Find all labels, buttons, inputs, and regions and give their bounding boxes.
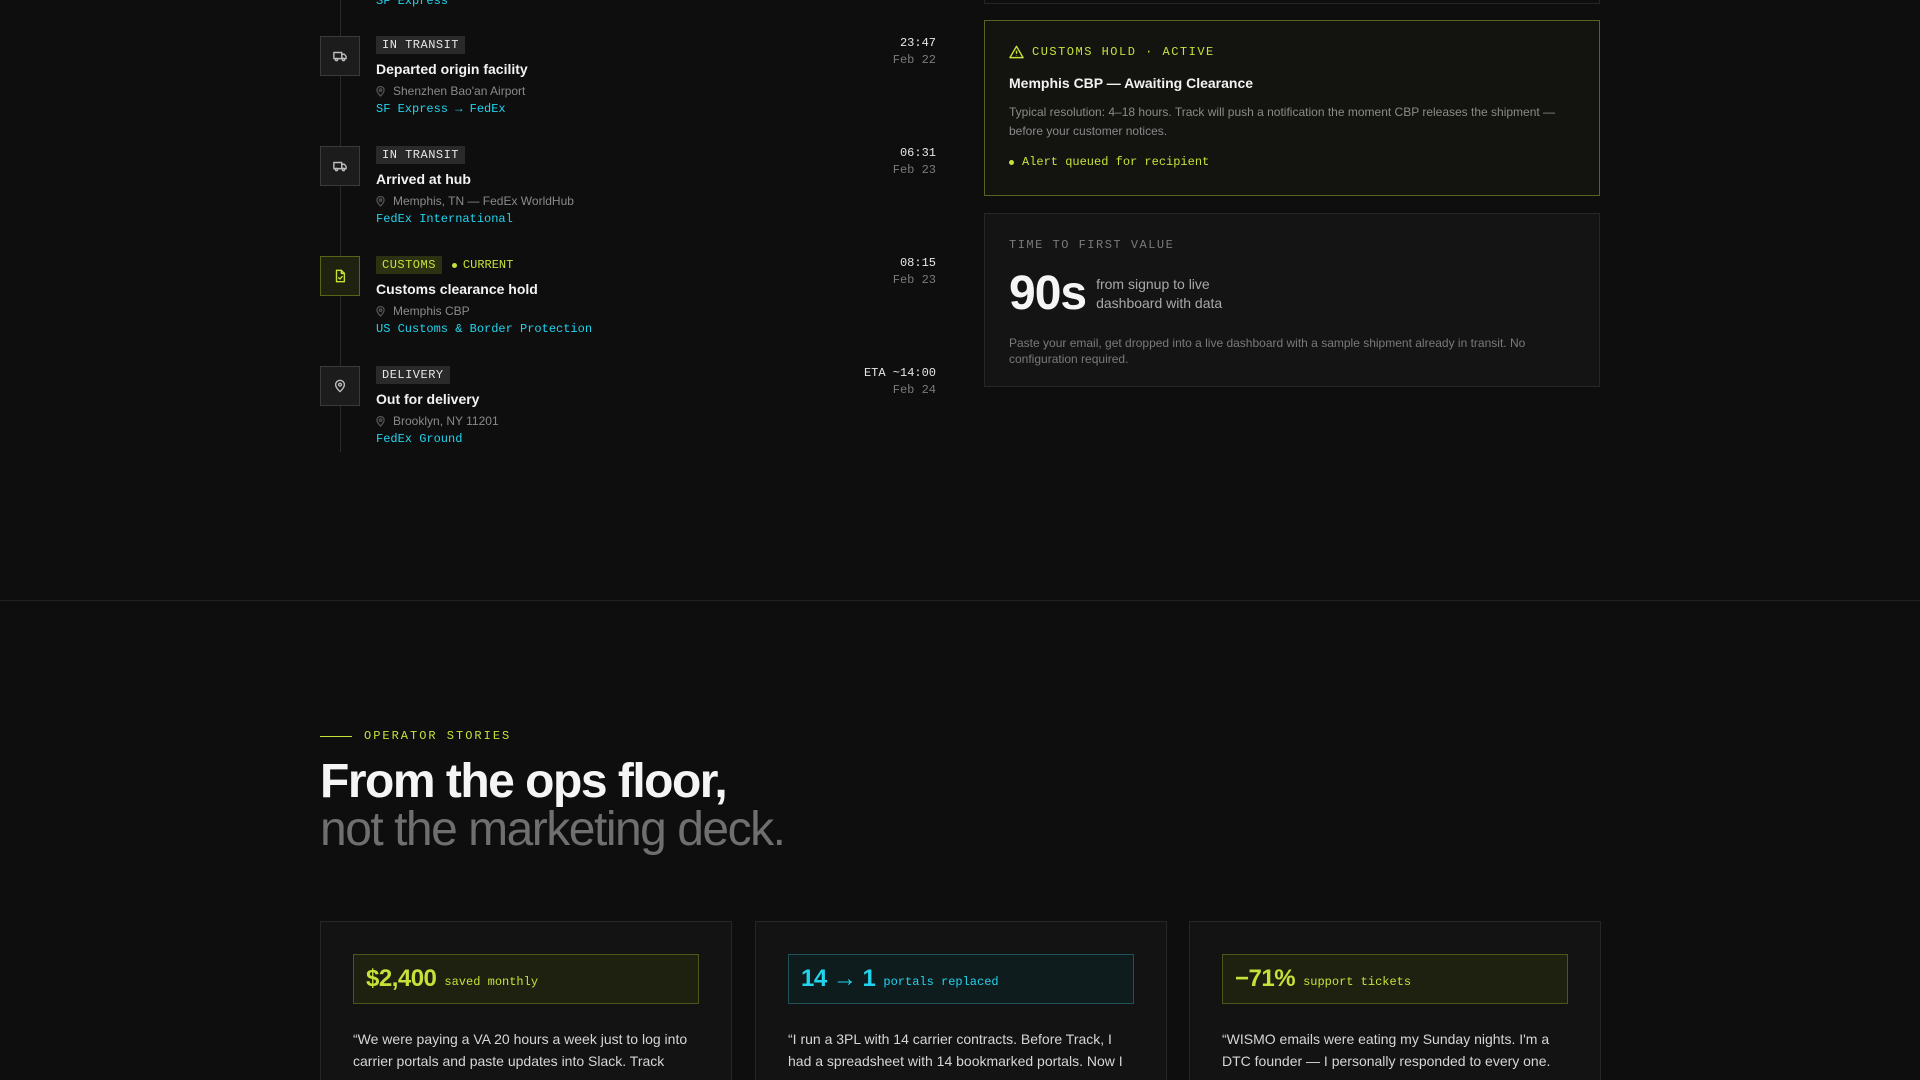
- current-label: CURRENT: [462, 258, 514, 272]
- location-pin-icon: [376, 305, 385, 317]
- section-headline: From the ops floor, not the marketing de…: [320, 755, 786, 856]
- stat-label: portals replaced: [883, 975, 999, 989]
- stat-badge: 14 → 1 portals replaced: [788, 954, 1134, 1004]
- time-to-value-card: TIME TO FIRST VALUE 90s from signup to l…: [984, 213, 1600, 387]
- customs-hold-card: CUSTOMS HOLD · ACTIVE Memphis CBP — Awai…: [984, 20, 1600, 196]
- story-card: −71% support tickets “WISMO emails were …: [1189, 921, 1601, 1080]
- truck-icon: [320, 146, 360, 186]
- event-timestamp: 08:15 Feb 23: [893, 256, 936, 287]
- story-card: 14 → 1 portals replaced “I run a 3PL wit…: [755, 921, 1167, 1080]
- stat-value: 14 → 1: [801, 965, 876, 992]
- status-badge: CUSTOMS: [376, 256, 442, 274]
- document-check-icon: [320, 256, 360, 296]
- ttv-value: 90s: [1009, 267, 1087, 320]
- event-title: Out for delivery: [376, 391, 480, 407]
- headline-line-2: not the marketing deck.: [320, 803, 786, 856]
- event-location: Memphis, TN — FedEx WorldHub: [376, 194, 574, 208]
- location-pin-icon: [376, 195, 385, 207]
- ttv-description: Paste your email, get dropped into a liv…: [1009, 336, 1526, 366]
- stat-label: saved monthly: [444, 975, 539, 989]
- map-pin-icon: [320, 366, 360, 406]
- section-eyebrow: OPERATOR STORIES: [320, 729, 511, 743]
- event-location: Shenzhen Bao'an Airport: [376, 84, 528, 98]
- timeline-event: DELIVERY Out for delivery Brooklyn, NY 1…: [320, 366, 936, 466]
- event-timestamp: 06:31 Feb 23: [893, 146, 936, 177]
- event-location-text: Memphis, TN — FedEx WorldHub: [393, 194, 574, 208]
- event-location-text: Brooklyn, NY 11201: [393, 414, 499, 428]
- previous-carrier: SF Express: [376, 0, 449, 8]
- ttv-label: TIME TO FIRST VALUE: [1009, 238, 1175, 252]
- event-time: 23:47: [899, 36, 936, 50]
- alert-text: Alert queued for recipient: [1022, 155, 1210, 169]
- event-title: Departed origin facility: [376, 61, 528, 77]
- timeline-event: IN TRANSIT Departed origin facility Shen…: [320, 36, 936, 136]
- event-title: Customs clearance hold: [376, 281, 538, 297]
- event-location: Memphis CBP: [376, 304, 592, 318]
- status-badge: IN TRANSIT: [376, 36, 466, 54]
- stat-badge: −71% support tickets: [1222, 954, 1568, 1004]
- event-location: Brooklyn, NY 11201: [376, 414, 499, 428]
- story-card: $2,400 saved monthly “We were paying a V…: [320, 921, 732, 1080]
- timeline-event: IN TRANSIT Arrived at hub Memphis, TN — …: [320, 146, 936, 246]
- event-timestamp: ETA ~14:00 Feb 24: [864, 366, 936, 397]
- story-quote: “WISMO emails were eating my Sunday nigh…: [1222, 1031, 1551, 1069]
- status-badge: DELIVERY: [376, 366, 450, 384]
- status-dot: [1009, 159, 1014, 165]
- ttv-caption: from signup to live dashboard with data: [1096, 275, 1223, 311]
- previous-card-edge: [984, 0, 1600, 4]
- event-time: 08:15: [899, 256, 936, 270]
- stat-badge: $2,400 saved monthly: [353, 954, 699, 1004]
- current-indicator: CURRENT: [451, 258, 514, 272]
- status-badge: IN TRANSIT: [376, 146, 466, 164]
- event-date: Feb 22: [892, 53, 936, 67]
- event-carrier: SF Express → FedEx: [376, 102, 506, 116]
- truck-icon: [320, 36, 360, 76]
- location-pin-icon: [376, 415, 385, 427]
- headline-line-1: From the ops floor,: [320, 755, 728, 808]
- event-time: 06:31: [899, 146, 936, 160]
- eyebrow-text: OPERATOR STORIES: [364, 729, 512, 743]
- event-carrier: FedEx Ground: [376, 432, 463, 446]
- timeline-event-current: CUSTOMS CURRENT Customs clearance hold M…: [320, 256, 936, 356]
- eyebrow-rule: [320, 735, 352, 737]
- event-carrier: FedEx International: [376, 212, 513, 226]
- event-timestamp: 23:47 Feb 22: [893, 36, 936, 67]
- hold-description: Typical resolution: 4–18 hours. Track wi…: [1009, 105, 1556, 138]
- event-date: Feb 23: [892, 273, 936, 287]
- hold-title: Memphis CBP — Awaiting Clearance: [1009, 75, 1254, 91]
- event-location-text: Memphis CBP: [393, 304, 470, 318]
- stat-value: −71%: [1235, 965, 1296, 992]
- story-quote: “I run a 3PL with 14 carrier contracts. …: [788, 1031, 1123, 1069]
- location-pin-icon: [376, 85, 385, 97]
- stat-label: support tickets: [1303, 975, 1412, 989]
- warning-icon: [1009, 45, 1024, 59]
- event-carrier: US Customs & Border Protection: [376, 322, 593, 336]
- event-date: Feb 24: [892, 383, 936, 397]
- event-date: Feb 23: [892, 163, 936, 177]
- event-time: ETA ~14:00: [863, 366, 936, 380]
- event-title: Arrived at hub: [376, 171, 471, 187]
- story-quote: “We were paying a VA 20 hours a week jus…: [353, 1031, 688, 1069]
- alert-status: Alert queued for recipient: [1009, 155, 1575, 169]
- section-divider: [0, 600, 1920, 601]
- status-dot: [451, 262, 457, 268]
- hold-header: CUSTOMS HOLD · ACTIVE: [1009, 45, 1575, 59]
- stat-value: $2,400: [366, 965, 437, 992]
- event-location-text: Shenzhen Bao'an Airport: [393, 84, 526, 98]
- shipment-timeline: SF Express IN TRANSIT Departed origin fa…: [320, 0, 936, 460]
- hold-label: CUSTOMS HOLD · ACTIVE: [1032, 45, 1215, 59]
